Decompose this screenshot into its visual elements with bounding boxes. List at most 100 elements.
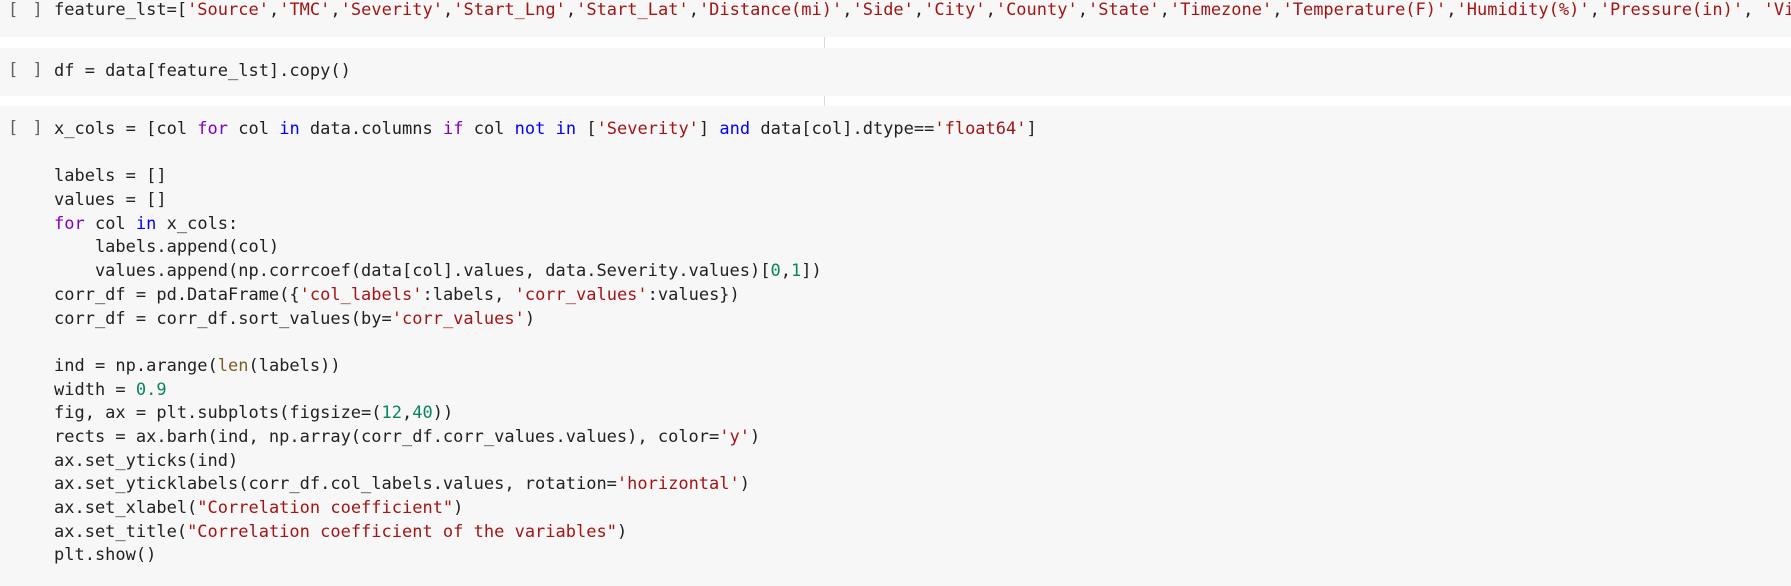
- code-line: values.append(np.corrcoef(data[col].valu…: [54, 260, 1037, 284]
- code-token: 'County': [995, 0, 1078, 20]
- code-token: 'Timezone': [1169, 0, 1273, 20]
- code-token: 'corr_values': [514, 284, 648, 305]
- code-line: feature_lst=['Source','TMC','Severity','…: [54, 0, 1791, 23]
- code-line: labels = []: [54, 165, 1037, 189]
- code-editor[interactable]: df = data[feature_lst].copy(): [54, 60, 351, 84]
- code-token: ,: [842, 0, 853, 20]
- code-token: df = data[feature_lst].copy(): [54, 61, 351, 81]
- code-token: 'City': [924, 0, 986, 20]
- code-cell-feature-list[interactable]: [ ] feature_lst=['Source','TMC','Severit…: [0, 0, 1791, 37]
- code-token: ): [524, 308, 536, 329]
- run-cell-button[interactable]: [ ]: [8, 0, 45, 20]
- code-token: corr_df = pd.DataFrame({: [54, 284, 300, 305]
- code-token: ,: [443, 0, 454, 20]
- code-token: ,: [1077, 0, 1088, 20]
- code-token: feature_lst=[: [54, 0, 188, 20]
- code-line: labels.append(col): [54, 236, 1037, 260]
- code-token: not in: [514, 119, 577, 139]
- code-token: plt.show(): [54, 545, 157, 566]
- code-token: values = []: [54, 190, 167, 211]
- code-token: (labels)): [248, 355, 341, 376]
- code-editor[interactable]: x_cols = [col for col in data.columns if…: [54, 118, 1037, 568]
- code-line: rects = ax.barh(ind, np.array(corr_df.co…: [54, 426, 1037, 450]
- code-token: 'y': [719, 426, 750, 447]
- code-token: 'Severity': [596, 119, 699, 139]
- code-token: in: [279, 119, 300, 139]
- code-token: 0: [770, 261, 781, 282]
- code-token: 'Side': [852, 0, 914, 20]
- code-token: col: [463, 119, 515, 139]
- code-token: labels.append(col): [54, 237, 280, 258]
- code-token: and: [719, 119, 751, 139]
- code-token: 'State': [1087, 0, 1160, 20]
- code-token: 'corr_values': [391, 308, 525, 329]
- code-token: 'Source': [187, 0, 269, 20]
- code-line: ind = np.arange(len(labels)): [54, 355, 1037, 379]
- code-token: 'Humidity(%)': [1456, 0, 1590, 20]
- code-cell-correlation-plot[interactable]: [ ] x_cols = [col for col in data.column…: [0, 106, 1791, 586]
- code-token: 'Start_Lat': [576, 0, 689, 20]
- code-token: data[col].dtype==: [750, 119, 935, 139]
- code-token: labels = []: [54, 166, 167, 187]
- run-cell-button[interactable]: [ ]: [8, 118, 45, 138]
- code-token: ]: [698, 119, 720, 139]
- code-token: x_cols:: [156, 213, 239, 234]
- code-token: ,: [268, 0, 280, 20]
- code-token: 'float64': [934, 119, 1027, 139]
- code-token: data.columns: [299, 119, 443, 139]
- code-line: plt.show(): [54, 544, 1037, 568]
- code-token: ,: [688, 0, 699, 20]
- code-token: ,: [1589, 0, 1600, 20]
- code-token: 'Pressure(in)': [1599, 0, 1744, 20]
- run-cell-button[interactable]: [ ]: [8, 60, 45, 80]
- code-token: )): [432, 403, 454, 424]
- code-token: [: [576, 119, 597, 139]
- code-token: fig, ax = plt.subplots(figsize=(: [54, 403, 382, 424]
- code-token: values.append(np.corrcoef(data[col].valu…: [54, 261, 771, 282]
- code-token: corr_df = corr_df.sort_values(by=: [54, 308, 392, 329]
- code-token: ax.set_yticks(ind): [54, 450, 239, 471]
- code-line: ax.set_yticks(ind): [54, 450, 1037, 474]
- code-token: ,: [1159, 0, 1170, 20]
- code-token: for: [54, 213, 85, 234]
- code-token: 'Temperature(F)': [1282, 0, 1447, 20]
- code-token: 12: [381, 403, 402, 424]
- code-token: ,: [1272, 0, 1283, 20]
- code-line: ax.set_xlabel("Correlation coefficient"): [54, 497, 1037, 521]
- code-token: 40: [412, 403, 433, 424]
- code-token: if: [442, 119, 464, 139]
- code-line: corr_df = corr_df.sort_values(by='corr_v…: [54, 308, 1037, 332]
- code-token: ]: [1026, 119, 1037, 139]
- code-token: 0.9: [135, 379, 167, 400]
- code-token: 'horizontal': [616, 474, 740, 495]
- code-token: 'Severity': [340, 0, 443, 20]
- code-line: ax.set_title("Correlation coefficient of…: [54, 521, 1037, 545]
- code-token: ind = np.arange(: [54, 355, 218, 376]
- code-token: 'Visibility(mi: [1763, 0, 1791, 20]
- code-token: ): [750, 426, 761, 447]
- code-token: ,: [985, 0, 996, 20]
- code-token: 'col_labels': [299, 284, 423, 305]
- code-line: values = []: [54, 189, 1037, 213]
- code-token: ): [739, 474, 750, 495]
- code-token: ,: [1743, 0, 1764, 20]
- code-line: ax.set_yticklabels(corr_df.col_labels.va…: [54, 473, 1037, 497]
- code-token: width =: [54, 379, 136, 400]
- code-token: ]): [801, 261, 822, 282]
- code-token: ax.set_yticklabels(corr_df.col_labels.va…: [54, 474, 617, 495]
- code-token: ,: [565, 0, 577, 20]
- code-token: ,: [780, 261, 791, 282]
- code-token: ax.set_xlabel(: [54, 498, 198, 518]
- code-token: for: [197, 119, 229, 139]
- code-token: col: [228, 119, 280, 139]
- code-token: x_cols = [col: [54, 119, 198, 139]
- code-token: ,: [402, 403, 413, 424]
- code-token: ,: [913, 0, 925, 20]
- code-token: 'TMC': [279, 0, 331, 20]
- code-editor[interactable]: feature_lst=['Source','TMC','Severity','…: [54, 0, 1791, 23]
- code-token: ax.set_title(: [54, 521, 188, 542]
- code-token: ): [616, 521, 628, 542]
- code-cell-copy-df[interactable]: [ ] df = data[feature_lst].copy(): [0, 48, 1791, 96]
- code-token: 'Distance(mi)': [698, 0, 843, 20]
